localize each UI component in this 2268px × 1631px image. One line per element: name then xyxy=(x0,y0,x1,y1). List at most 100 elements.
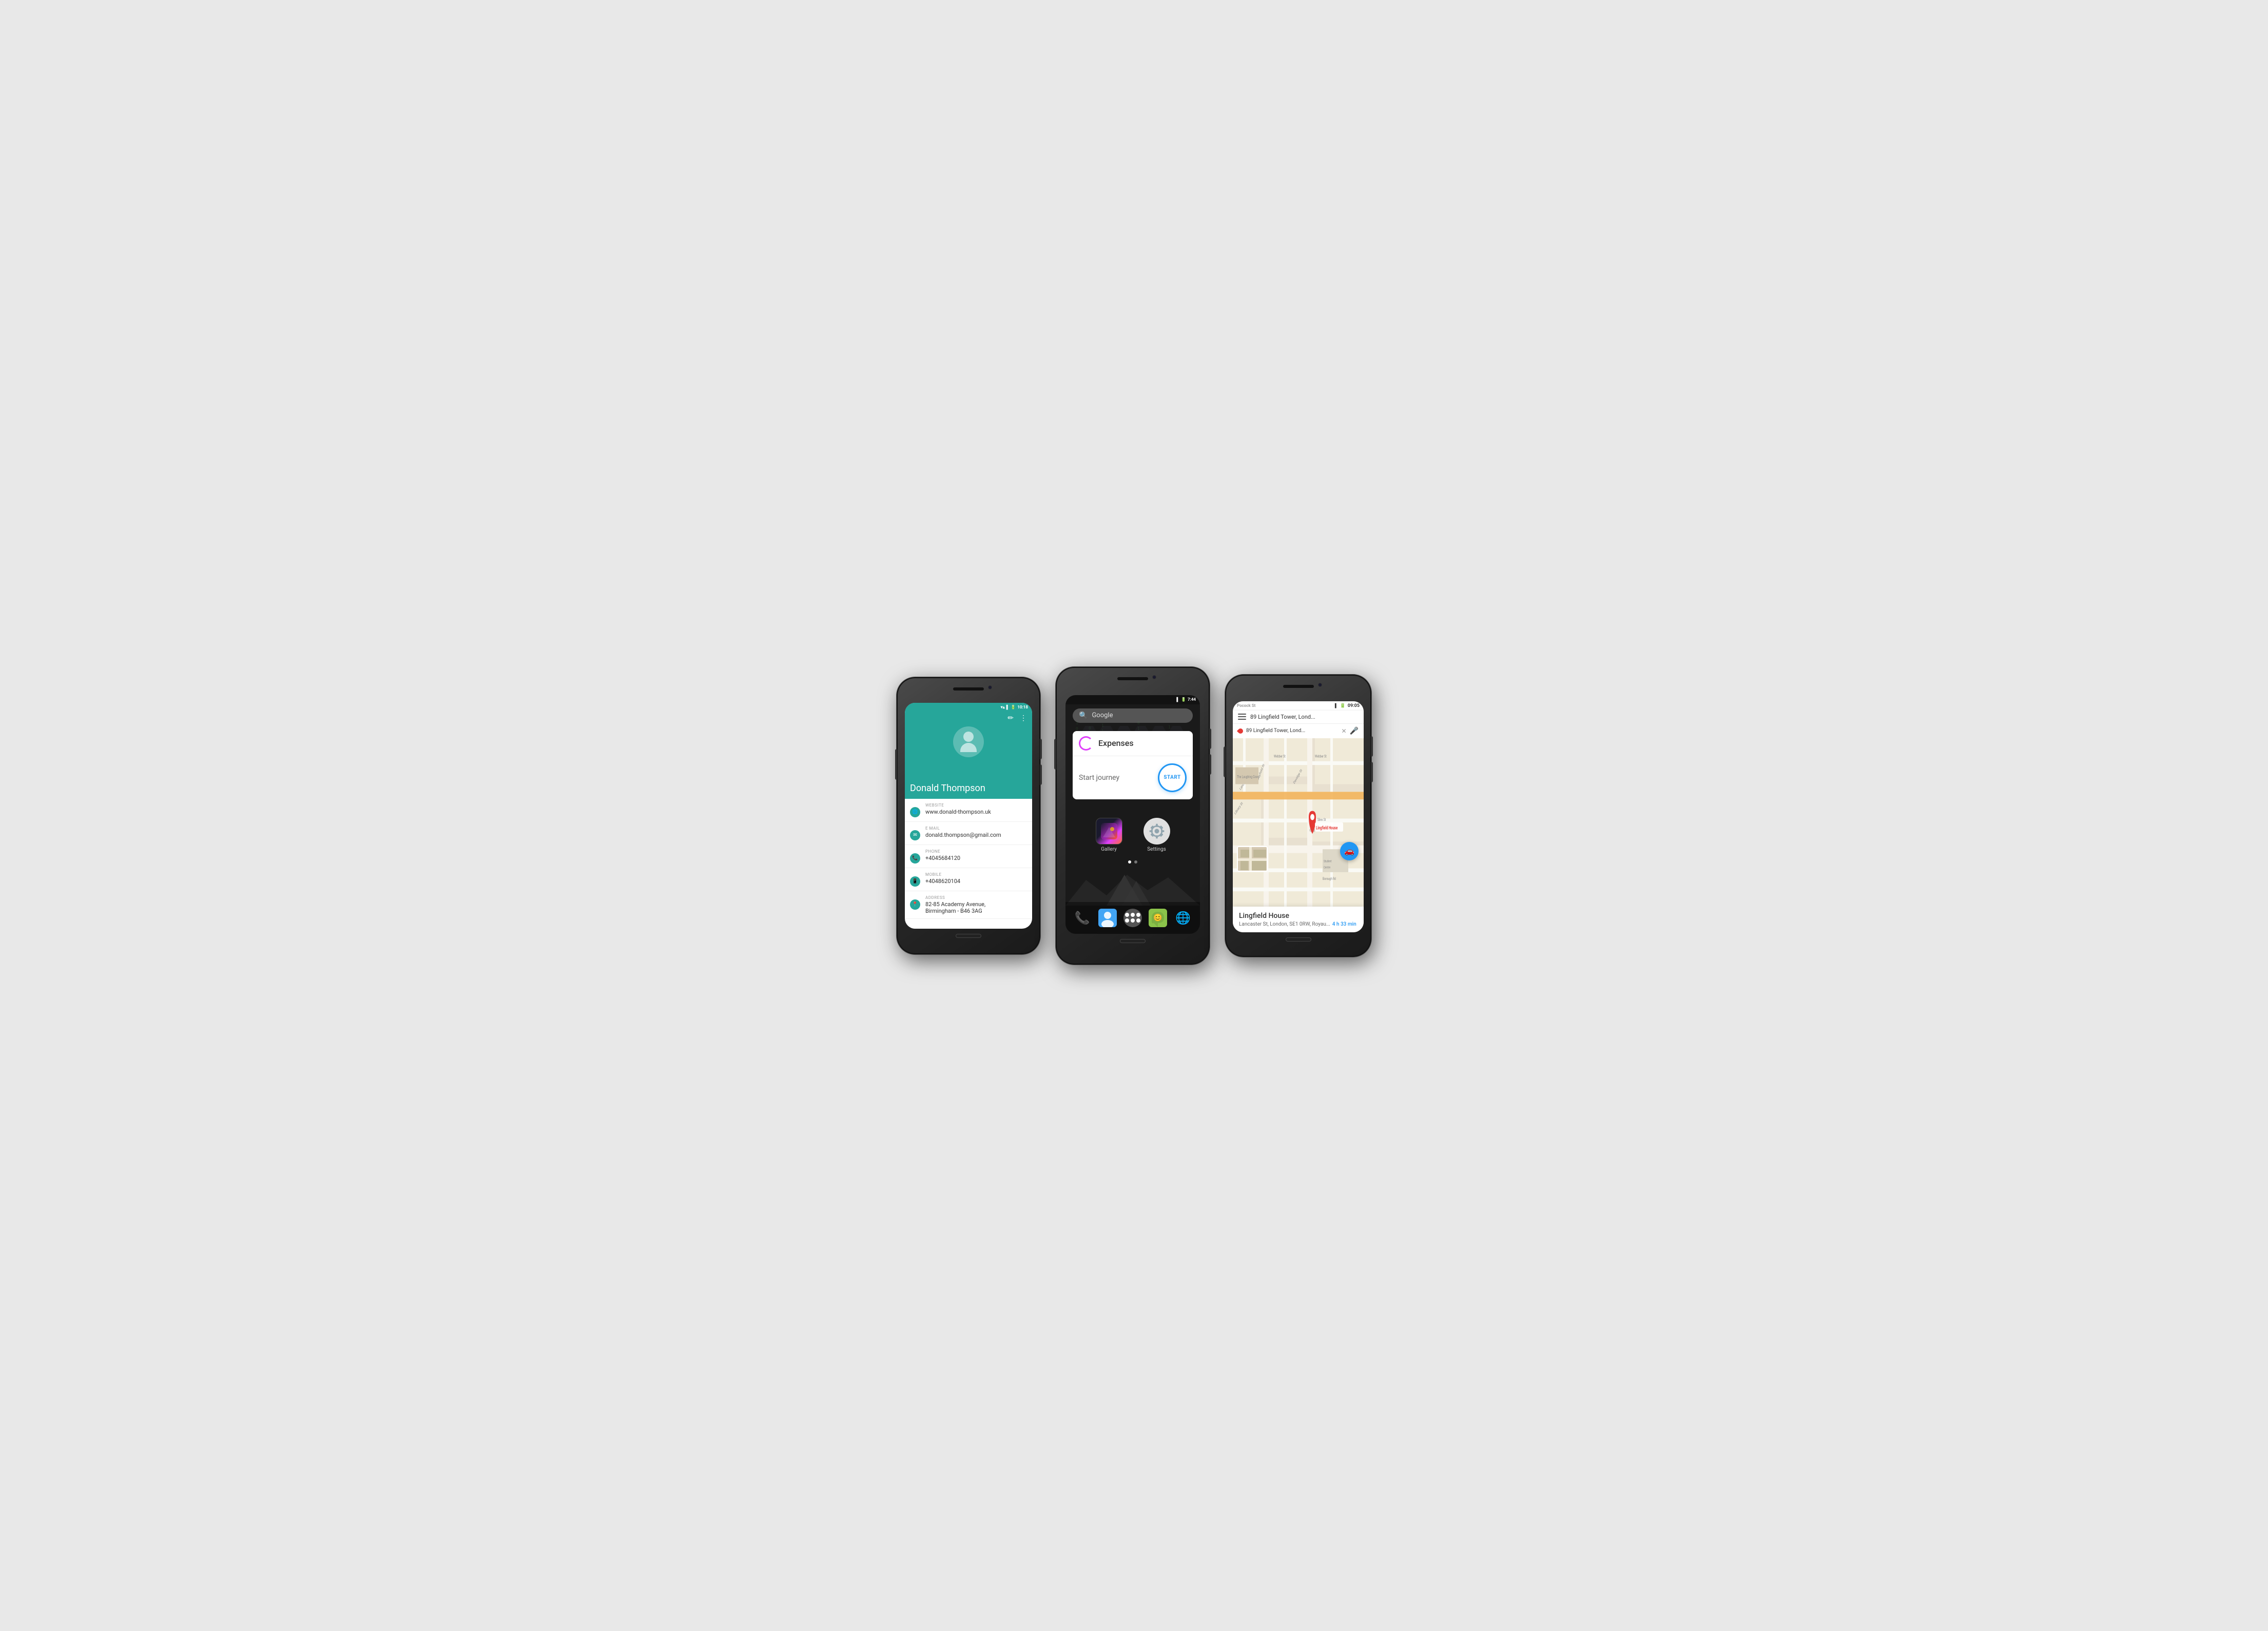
location-card: Lingfield House Lancaster St, London, SE… xyxy=(1233,907,1364,932)
settings-icon xyxy=(1143,818,1170,845)
mobile-item[interactable]: 📱 MOBILE +4048620104 xyxy=(905,868,1032,891)
power-button[interactable] xyxy=(895,749,897,780)
svg-text:Student: Student xyxy=(1324,859,1332,863)
home-screen: ▌ 🔋 7:44 🔍 Google xyxy=(1065,695,1200,934)
browser-dock-icon[interactable]: 🌐 xyxy=(1172,907,1194,929)
email-value: donald.thompson@gmail.com xyxy=(925,832,1001,838)
svg-text:The Laughing Gravy: The Laughing Gravy xyxy=(1237,774,1259,779)
mic-icon[interactable]: 🎤 xyxy=(1350,727,1359,735)
phone-item[interactable]: 📞 PHONE +4045684120 xyxy=(905,845,1032,868)
search-icon: 🔍 xyxy=(1079,712,1088,720)
avatar-person xyxy=(960,732,977,752)
home-status-bar: ▌ 🔋 7:44 xyxy=(1065,695,1200,704)
phone-camera-right xyxy=(1318,683,1322,687)
settings-app[interactable]: Settings xyxy=(1134,818,1179,852)
contacts-header: ▾▴ ▌ 🔋 10:18 ✏ ⋮ xyxy=(905,703,1032,780)
travel-time: 4 h 33 min xyxy=(1332,922,1356,927)
email-content: E MAIL donald.thompson@gmail.com xyxy=(925,826,1001,838)
vol-down-center[interactable] xyxy=(1209,754,1211,775)
avatar-body xyxy=(960,743,977,752)
contacts-avatar xyxy=(905,726,1032,757)
volume-up-button[interactable] xyxy=(1040,739,1042,759)
home-btn-center[interactable] xyxy=(1120,939,1146,943)
maps-status-bar: Pocock St ▌ 🔋 09:05 xyxy=(1233,701,1364,711)
website-value: www.donald-thompson.uk xyxy=(925,809,991,815)
expenses-widget[interactable]: Expenses Start journey START xyxy=(1073,731,1193,799)
widget-content: Start journey START xyxy=(1073,756,1193,799)
settings-cog-svg xyxy=(1148,822,1166,840)
power-right[interactable] xyxy=(1224,746,1226,777)
volume-down-button[interactable] xyxy=(1040,764,1042,785)
settings-label: Settings xyxy=(1147,847,1166,852)
hamburger-icon[interactable] xyxy=(1238,714,1246,720)
phone-speaker-right xyxy=(1283,685,1314,688)
battery-icon: 🔋 xyxy=(1011,705,1016,709)
hamburger-line-2 xyxy=(1238,716,1246,717)
location-address-text: Lancaster St, London, SE1 0RW, Royau... xyxy=(1239,922,1330,927)
email-icon: ✉ xyxy=(910,830,920,840)
maps-signal: ▌ xyxy=(1335,703,1338,708)
hamburger-line-1 xyxy=(1238,714,1246,715)
home-phone: ▌ 🔋 7:44 🔍 Google xyxy=(1056,667,1210,965)
svg-text:Centre: Centre xyxy=(1324,866,1330,869)
widget-header: Expenses xyxy=(1073,731,1193,756)
phones-container: ▾▴ ▌ 🔋 10:18 ✏ ⋮ xyxy=(897,667,1371,965)
email-label: E MAIL xyxy=(925,826,1001,831)
start-journey-button[interactable]: START xyxy=(1158,763,1187,792)
dot-1[interactable] xyxy=(1128,860,1131,864)
email-item[interactable]: ✉ E MAIL donald.thompson@gmail.com xyxy=(905,822,1032,845)
maps-navigation-fab[interactable]: 🚗 xyxy=(1340,842,1359,860)
maps-time: 09:05 xyxy=(1348,703,1360,708)
website-item[interactable]: 🌐 WEBSITE www.donald-thompson.uk xyxy=(905,799,1032,822)
location-name: Lingfield House xyxy=(1239,912,1358,920)
avatar-head xyxy=(963,732,974,742)
home-status-icons: ▌ 🔋 7:44 xyxy=(1176,697,1196,702)
more-icon[interactable]: ⋮ xyxy=(1020,714,1027,722)
vol-down-right[interactable] xyxy=(1371,762,1373,782)
vol-up-center[interactable] xyxy=(1209,728,1211,749)
map-svg: Lancaster St Webber St Webber St Silex S… xyxy=(1233,738,1364,907)
apps-dock-icon[interactable] xyxy=(1122,907,1143,929)
phone-dock-icon[interactable]: 📞 xyxy=(1072,907,1093,929)
dock: 📞 xyxy=(1065,902,1200,934)
close-destination-icon[interactable]: ✕ xyxy=(1342,727,1347,735)
mobile-value: +4048620104 xyxy=(925,878,960,885)
home-button[interactable] xyxy=(956,934,981,938)
address-value: 82-85 Academy Avenue, Birmingham - B46 3… xyxy=(925,901,985,914)
maps-battery: 🔋 xyxy=(1340,703,1346,708)
contact-name-bar: Donald Thompson xyxy=(905,780,1032,799)
contact-info-list: 🌐 WEBSITE www.donald-thompson.uk ✉ E MAI… xyxy=(905,799,1032,929)
vol-up-right[interactable] xyxy=(1371,736,1373,757)
status-bar: ▾▴ ▌ 🔋 10:18 xyxy=(905,703,1032,712)
address-item[interactable]: 📍 ADDRESS 82-85 Academy Avenue, Birmingh… xyxy=(905,891,1032,919)
contacts-icon-svg xyxy=(1098,909,1117,927)
website-icon: 🌐 xyxy=(910,807,920,817)
mobile-label: MOBILE xyxy=(925,872,960,877)
svg-text:Webber St: Webber St xyxy=(1274,754,1286,758)
gallery-app[interactable]: Gallery xyxy=(1086,818,1132,852)
contacts-dock-icon[interactable] xyxy=(1097,907,1118,929)
home-btn-right[interactable] xyxy=(1286,937,1311,942)
map-area[interactable]: Lancaster St Webber St Webber St Silex S… xyxy=(1233,738,1364,907)
phone-value: +4045684120 xyxy=(925,855,960,861)
address-label: ADDRESS xyxy=(925,895,985,900)
gallery-icon-svg xyxy=(1101,823,1117,839)
dot-2[interactable] xyxy=(1134,860,1137,864)
maps-screen: Pocock St ▌ 🔋 09:05 89 Lingfield Tower, … xyxy=(1233,701,1364,932)
google-search-bar[interactable]: 🔍 Google xyxy=(1073,708,1193,723)
contacts-phone: ▾▴ ▌ 🔋 10:18 ✏ ⋮ xyxy=(897,677,1040,954)
phone-speaker xyxy=(953,687,984,690)
gallery-label: Gallery xyxy=(1101,847,1117,852)
phone-camera-center xyxy=(1152,675,1156,679)
edit-icon[interactable]: ✏ xyxy=(1007,714,1014,722)
maps-search-text: 89 Lingfield Tower, Lond... xyxy=(1250,714,1359,720)
mobile-content: MOBILE +4048620104 xyxy=(925,872,960,885)
destination-bar[interactable]: 89 Lingfield Tower, Lond... ✕ 🎤 xyxy=(1233,723,1364,738)
wifi-icon: ▾▴ xyxy=(1001,705,1005,709)
signal-icon: ▌ xyxy=(1006,705,1010,709)
maps-search-bar[interactable]: 89 Lingfield Tower, Lond... xyxy=(1233,711,1364,723)
phone-speaker-center xyxy=(1117,677,1148,680)
website-label: WEBSITE xyxy=(925,803,991,808)
messenger-dock-icon[interactable]: 😊 xyxy=(1147,907,1169,929)
power-center[interactable] xyxy=(1054,739,1056,770)
